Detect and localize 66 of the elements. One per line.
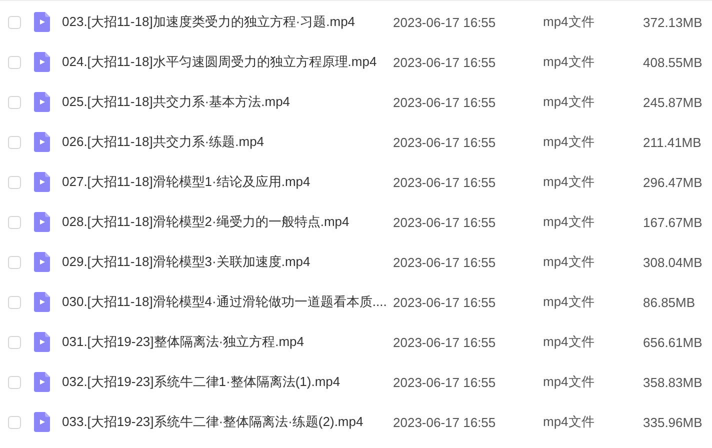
file-type: mp4文件 <box>543 213 596 231</box>
file-size: 296.47MB <box>643 174 704 190</box>
checkbox[interactable] <box>8 216 21 228</box>
file-type: mp4文件 <box>543 333 596 351</box>
modified-date: 2023-06-17 16:55 <box>393 174 497 190</box>
video-file-icon <box>34 372 50 392</box>
file-size: 86.85MB <box>643 294 696 310</box>
modified-date: 2023-06-17 16:55 <box>393 414 497 430</box>
video-file-icon <box>34 292 50 312</box>
modified-date: 2023-06-17 16:55 <box>393 94 497 110</box>
file-size: 372.13MB <box>643 14 704 30</box>
checkbox[interactable] <box>8 336 21 348</box>
file-type: mp4文件 <box>543 253 596 271</box>
file-type: mp4文件 <box>543 133 596 151</box>
checkbox[interactable] <box>8 136 21 148</box>
file-type: mp4文件 <box>543 413 596 431</box>
video-file-icon <box>34 252 50 272</box>
modified-date: 2023-06-17 16:55 <box>393 134 497 150</box>
file-size: 335.96MB <box>643 414 704 430</box>
modified-date: 2023-06-17 16:55 <box>393 294 497 310</box>
video-file-icon <box>34 132 50 152</box>
video-file-icon <box>34 12 50 32</box>
file-type: mp4文件 <box>543 373 596 391</box>
video-file-icon <box>34 92 50 112</box>
file-name[interactable]: 026.[大招11-18]共交力系·练题.mp4 <box>62 133 393 151</box>
video-file-icon <box>34 332 50 352</box>
modified-date: 2023-06-17 16:55 <box>393 374 497 390</box>
checkbox[interactable] <box>8 56 21 68</box>
file-name[interactable]: 033.[大招19-23]系统牛二律·整体隔离法·练题(2).mp4 <box>62 413 393 431</box>
modified-date: 2023-06-17 16:55 <box>393 334 497 350</box>
file-name[interactable]: 029.[大招11-18]滑轮模型3·关联加速度.mp4 <box>62 253 393 271</box>
video-file-icon <box>34 412 50 432</box>
file-type: mp4文件 <box>543 13 596 31</box>
file-size: 408.55MB <box>643 54 704 70</box>
file-name[interactable]: 023.[大招11-18]加速度类受力的独立方程·习题.mp4 <box>62 13 393 31</box>
checkbox[interactable] <box>8 376 21 388</box>
file-type: mp4文件 <box>543 173 596 191</box>
file-size: 167.67MB <box>643 214 704 230</box>
file-name[interactable]: 031.[大招19-23]整体隔离法·独立方程.mp4 <box>62 333 393 351</box>
modified-date: 2023-06-17 16:55 <box>393 254 497 270</box>
file-type: mp4文件 <box>543 53 596 71</box>
file-size: 308.04MB <box>643 254 704 270</box>
checkbox[interactable] <box>8 96 21 108</box>
file-size: 358.83MB <box>643 374 704 390</box>
video-file-icon <box>34 212 50 232</box>
video-file-icon <box>34 52 50 72</box>
file-size: 245.87MB <box>643 94 704 110</box>
file-type: mp4文件 <box>543 93 596 111</box>
file-name[interactable]: 027.[大招11-18]滑轮模型1·结论及应用.mp4 <box>62 173 393 191</box>
file-size: 211.41MB <box>643 134 702 150</box>
video-file-icon <box>34 172 50 192</box>
file-size: 656.61MB <box>643 334 704 350</box>
modified-date: 2023-06-17 16:55 <box>393 54 497 70</box>
checkbox[interactable] <box>8 256 21 268</box>
file-type: mp4文件 <box>543 293 596 311</box>
file-name[interactable]: 032.[大招19-23]系统牛二律1·整体隔离法(1).mp4 <box>62 373 393 391</box>
checkbox[interactable] <box>8 416 21 428</box>
file-name[interactable]: 024.[大招11-18]水平匀速圆周受力的独立方程原理.mp4 <box>62 53 393 71</box>
file-name[interactable]: 028.[大招11-18]滑轮模型2·绳受力的一般特点.mp4 <box>62 213 393 231</box>
file-name[interactable]: 030.[大招11-18]滑轮模型4·通过滑轮做功一道题看本质.... <box>62 293 393 311</box>
modified-date: 2023-06-17 16:55 <box>393 214 497 230</box>
checkbox[interactable] <box>8 296 21 308</box>
checkbox[interactable] <box>8 16 21 28</box>
modified-date: 2023-06-17 16:55 <box>393 14 497 30</box>
file-name[interactable]: 025.[大招11-18]共交力系·基本方法.mp4 <box>62 93 393 111</box>
checkbox[interactable] <box>8 176 21 188</box>
